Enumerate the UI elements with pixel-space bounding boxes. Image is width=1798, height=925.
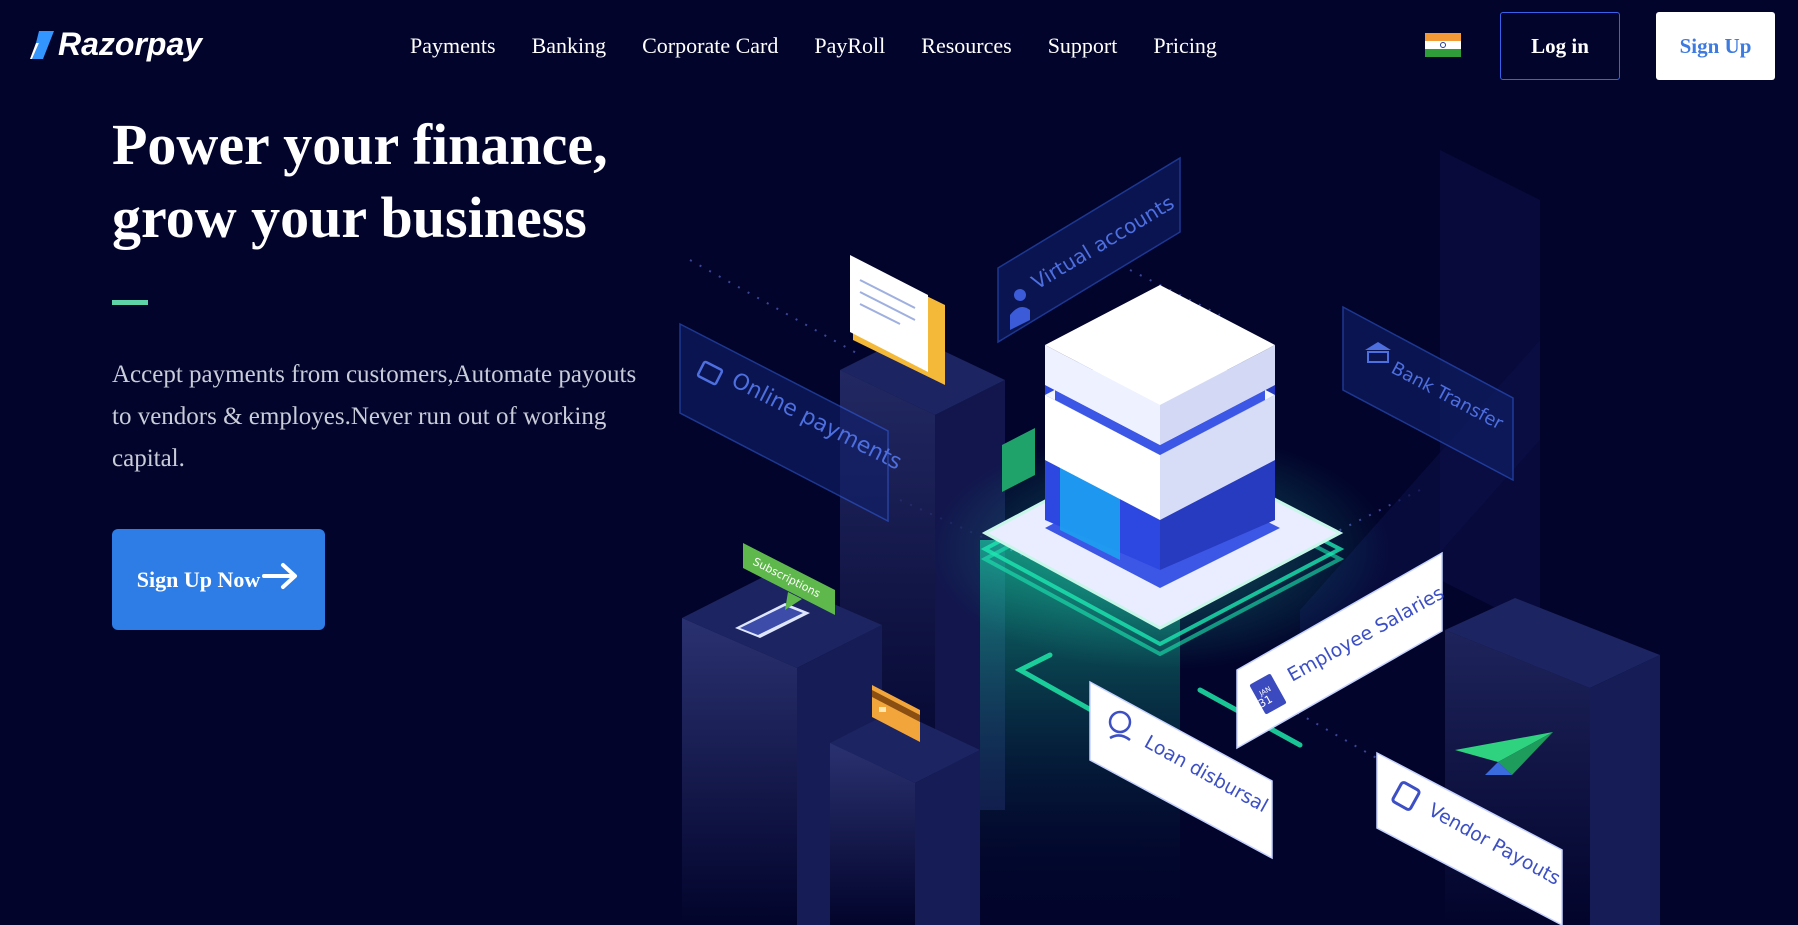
hero-title: Power your finance, grow your business bbox=[112, 108, 712, 254]
hero-title-line-1: Power your finance, bbox=[112, 112, 608, 177]
nav-resources[interactable]: Resources bbox=[921, 33, 1011, 59]
india-flag-icon[interactable] bbox=[1425, 33, 1461, 57]
nav-banking[interactable]: Banking bbox=[532, 33, 607, 59]
hero-title-line-2: grow your business bbox=[112, 185, 587, 250]
nav-payments[interactable]: Payments bbox=[410, 33, 496, 59]
pillar-card bbox=[830, 710, 980, 925]
nav-pricing[interactable]: Pricing bbox=[1153, 33, 1217, 59]
hero-subtitle: Accept payments from customers,Automate … bbox=[112, 361, 637, 472]
online-payments-card: Online payments bbox=[679, 322, 906, 523]
login-button[interactable]: Log in bbox=[1500, 12, 1620, 80]
nav-support[interactable]: Support bbox=[1048, 33, 1118, 59]
signup-button[interactable]: Sign Up bbox=[1656, 12, 1775, 80]
razorpay-logo[interactable]: Razorpay bbox=[30, 26, 202, 63]
main-nav: Payments Banking Corporate Card PayRoll … bbox=[410, 33, 1253, 59]
nav-corporate-card[interactable]: Corporate Card bbox=[642, 33, 778, 59]
accent-divider bbox=[112, 300, 148, 305]
razorpay-logo-icon bbox=[30, 30, 54, 59]
hero-illustration: Subscriptions Virtual accounts Online pa… bbox=[679, 150, 1660, 925]
signup-now-label: Sign Up Now bbox=[136, 566, 261, 592]
logo-text: Razorpay bbox=[58, 26, 203, 62]
signup-now-button[interactable]: Sign Up Now bbox=[112, 529, 325, 630]
arrow-right-icon bbox=[262, 562, 298, 589]
nav-payroll[interactable]: PayRoll bbox=[814, 33, 885, 59]
